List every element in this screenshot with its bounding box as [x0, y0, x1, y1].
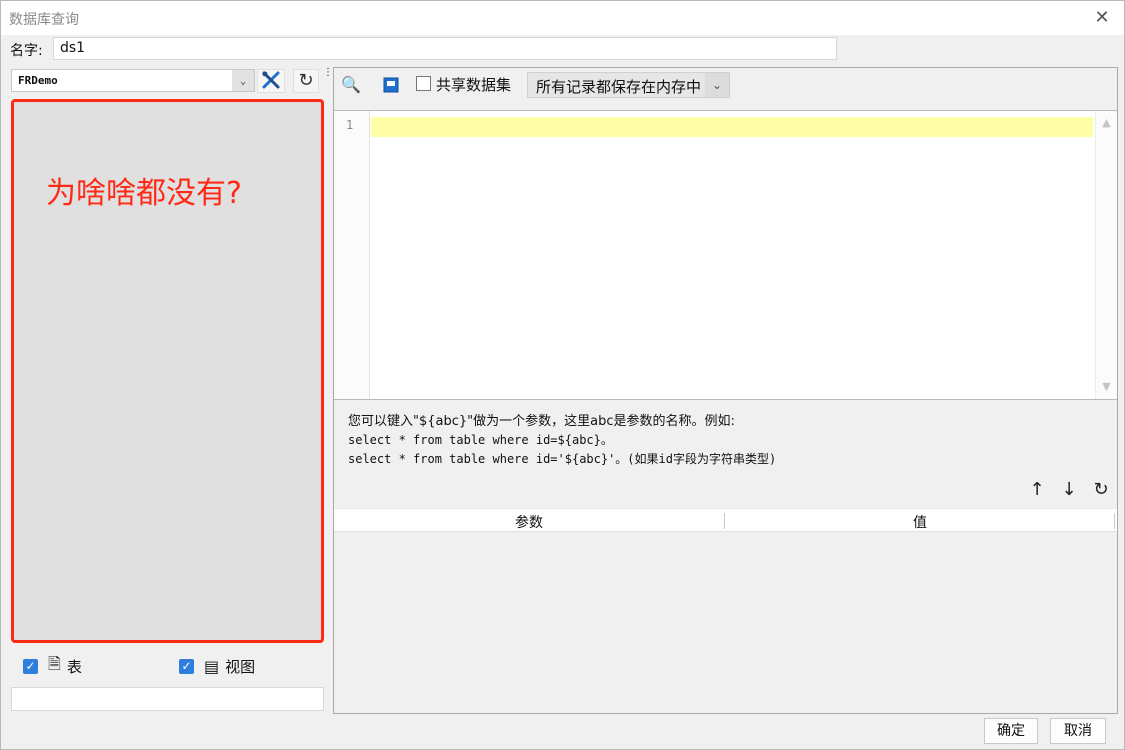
sql-editor[interactable]: 1 ▲ ▼: [334, 110, 1117, 400]
annotation-text: 为啥啥都没有?: [46, 176, 242, 211]
insert-icon: [383, 77, 399, 93]
filter-input[interactable]: [11, 687, 324, 711]
move-down-icon[interactable]: ↓: [1057, 478, 1081, 502]
views-checkbox[interactable]: ✓: [179, 658, 194, 674]
chevron-down-icon[interactable]: ⌄: [705, 73, 729, 97]
move-up-icon[interactable]: ↑: [1025, 478, 1049, 502]
views-label: 视图: [225, 657, 256, 676]
tables-toggle[interactable]: ✓ 🗎 表: [23, 653, 82, 677]
value-column-header[interactable]: 值: [725, 512, 1115, 532]
connection-value: FRDemo: [18, 74, 58, 87]
name-input[interactable]: ds1: [53, 37, 837, 60]
view-icon: ▤: [204, 656, 220, 676]
chevron-down-icon[interactable]: ⌄: [232, 70, 254, 91]
name-row: 名字: ds1: [1, 35, 1124, 63]
share-dataset-checkbox[interactable]: [416, 76, 431, 91]
hint-line-1: 您可以键入"${abc}"做为一个参数，这里abc是参数的名称。例如:: [348, 414, 735, 429]
memory-mode-select[interactable]: 所有记录都保存在内存中 ⌄: [527, 72, 730, 98]
preview-icon: 🔍: [341, 75, 361, 94]
refresh-params-icon[interactable]: ↻: [1089, 478, 1113, 502]
column-divider: [1114, 513, 1115, 529]
param-tools: ↑ ↓ ↻: [1025, 478, 1113, 502]
param-column-header[interactable]: 参数: [334, 512, 724, 532]
sql-toolbar: 🔍 共享数据集 所有记录都保存在内存中 ⌄: [334, 68, 1117, 102]
editor-scrollbar[interactable]: ▲ ▼: [1095, 111, 1117, 399]
refresh-icon: ↻: [298, 70, 314, 91]
hint-line-2: select * from table where id=${abc}。: [348, 433, 613, 447]
panel-splitter-handle[interactable]: ⋮: [323, 68, 333, 93]
param-table[interactable]: 参数 值: [334, 508, 1117, 713]
scroll-down-icon[interactable]: ▼: [1096, 377, 1117, 397]
scroll-up-icon[interactable]: ▲: [1096, 113, 1117, 133]
preview-button[interactable]: 🔍: [338, 72, 364, 98]
table-tree[interactable]: 为啥啥都没有?: [11, 99, 324, 643]
parameter-hint: 您可以键入"${abc}"做为一个参数，这里abc是参数的名称。例如: sele…: [348, 412, 776, 469]
edit-connection-button[interactable]: [257, 69, 285, 93]
table-icon: 🗎: [48, 653, 61, 673]
cancel-button[interactable]: 取消: [1050, 718, 1106, 744]
line-gutter: 1: [334, 111, 370, 399]
tools-icon: [262, 71, 280, 89]
right-panel: 🔍 共享数据集 所有记录都保存在内存中 ⌄ 1 ▲ ▼ 您可以键入"${abc}…: [333, 67, 1118, 714]
share-dataset-label: 共享数据集: [436, 76, 512, 94]
current-line-highlight: [371, 117, 1093, 137]
memory-mode-value: 所有记录都保存在内存中: [536, 78, 702, 96]
tables-checkbox[interactable]: ✓: [23, 658, 38, 674]
param-table-header: 参数 值: [334, 508, 1117, 532]
window-title: 数据库查询: [9, 12, 79, 28]
title-bar: 数据库查询 ✕: [1, 1, 1124, 35]
refresh-button[interactable]: ↻: [293, 69, 319, 93]
tables-label: 表: [66, 657, 82, 676]
query-dialog: 数据库查询 ✕ 名字: ds1 FRDemo ⌄ ↻ ⋮ 为啥啥都没有? ✓ 🗎: [0, 0, 1125, 750]
insert-param-button[interactable]: [378, 72, 404, 98]
line-number: 1: [346, 118, 354, 132]
views-toggle[interactable]: ✓ ▤ 视图: [179, 655, 255, 677]
hint-line-3: select * from table where id='${abc}'。(如…: [348, 452, 777, 466]
name-label: 名字:: [10, 43, 43, 59]
left-panel: FRDemo ⌄ ↻ ⋮ 为啥啥都没有? ✓ 🗎 表 ✓ ▤ 视图: [7, 67, 333, 714]
close-icon[interactable]: ✕: [1090, 7, 1114, 29]
connection-select[interactable]: FRDemo ⌄: [11, 69, 255, 92]
ok-button[interactable]: 确定: [984, 718, 1038, 744]
